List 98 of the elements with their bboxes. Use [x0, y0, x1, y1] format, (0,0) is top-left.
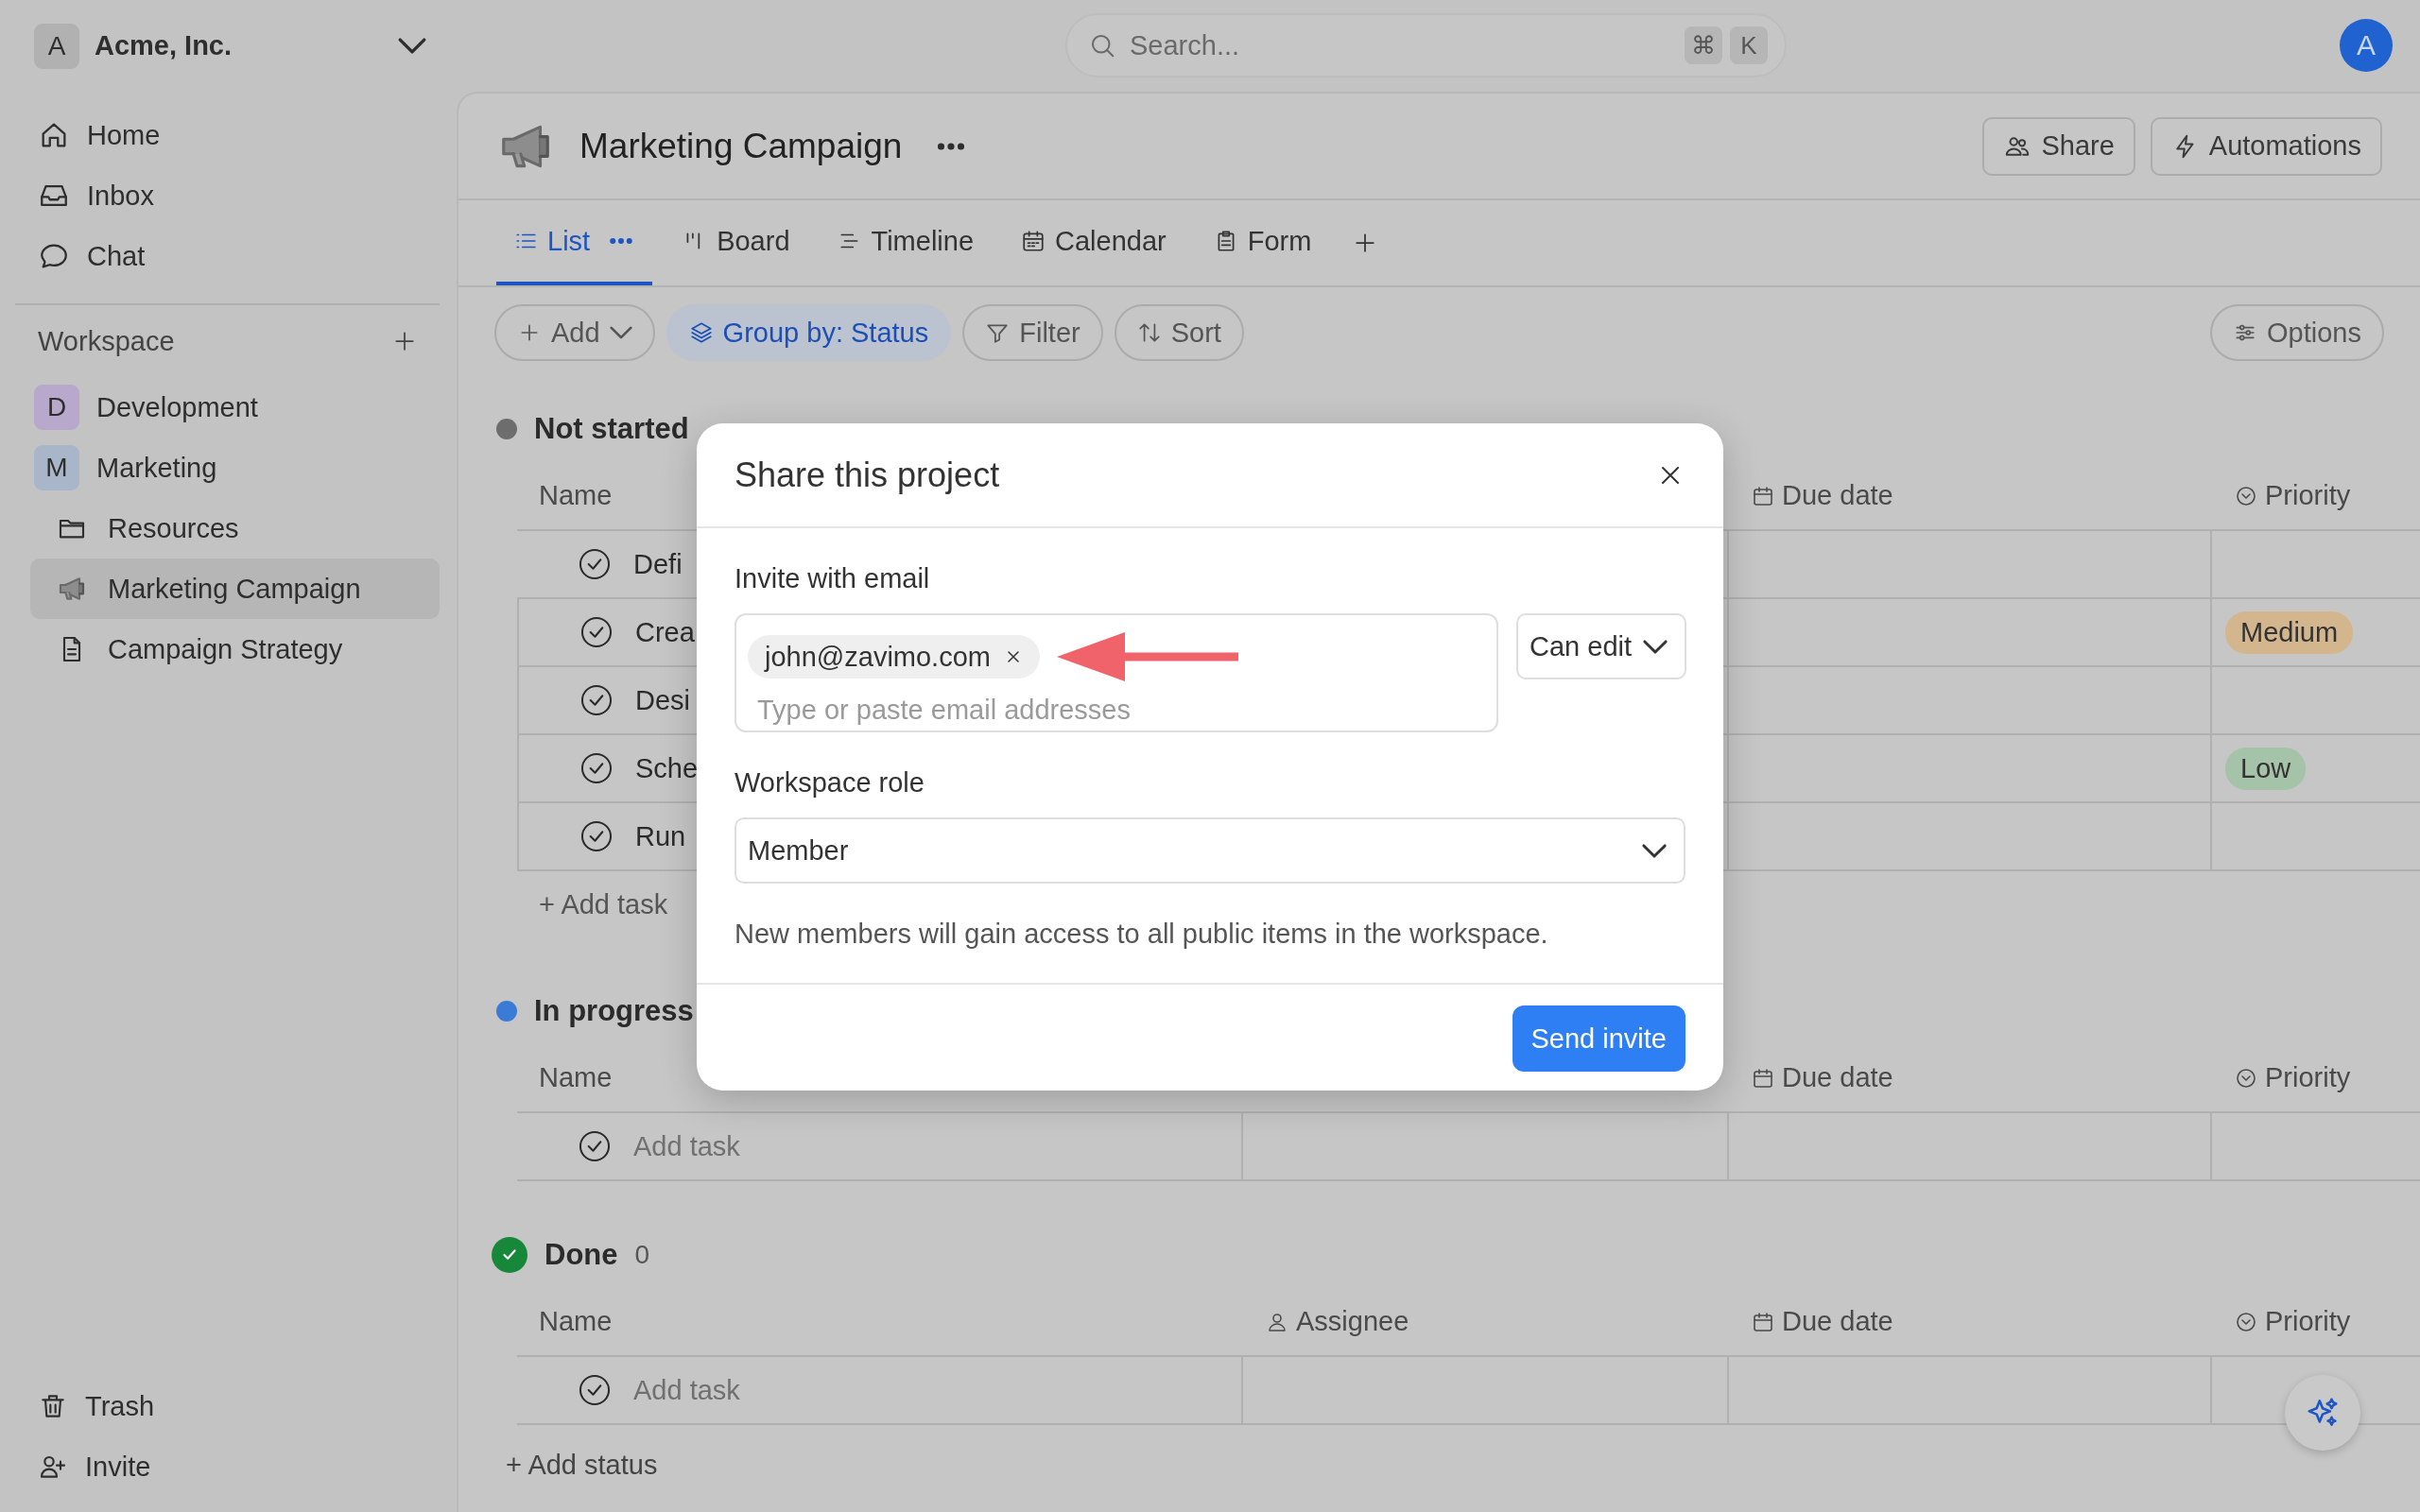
- search-placeholder: Search...: [1130, 29, 1241, 61]
- sidebar-item[interactable]: Marketing Campaign: [30, 558, 440, 619]
- add-status-link[interactable]: + Add status: [506, 1446, 2420, 1484]
- permission-dropdown[interactable]: Can edit: [1516, 613, 1686, 679]
- workspace-switcher[interactable]: A Acme, Inc.: [0, 0, 457, 92]
- group-button[interactable]: Group by: Status: [666, 304, 952, 361]
- nav-item[interactable]: Home: [30, 105, 440, 165]
- check-circle-icon[interactable]: [579, 750, 614, 786]
- calendar-icon: [1021, 229, 1046, 253]
- field-label: Workspace role: [735, 766, 925, 799]
- column-header[interactable]: Priority: [2265, 480, 2351, 511]
- nav-item[interactable]: Invite: [30, 1436, 440, 1497]
- task-name: Sche: [635, 752, 699, 784]
- shortcut-key: K: [1730, 26, 1768, 64]
- task-name: Crea: [635, 616, 695, 648]
- project-title: Marketing Campaign: [579, 126, 903, 166]
- send-invite-button[interactable]: Send invite: [1512, 1005, 1685, 1072]
- add-task-placeholder[interactable]: Add task: [633, 1130, 740, 1162]
- column-header[interactable]: Due date: [1782, 480, 1893, 511]
- calendar-icon: [1752, 1310, 1774, 1333]
- view-tab[interactable]: Board: [666, 200, 807, 285]
- view-tab[interactable]: Calendar: [1004, 200, 1184, 285]
- column-header[interactable]: Priority: [2265, 1062, 2351, 1093]
- column-header[interactable]: Name: [539, 1062, 613, 1093]
- nav-label: Chat: [87, 240, 146, 272]
- check-circle-icon[interactable]: [577, 546, 613, 582]
- column-header[interactable]: Priority: [2265, 1306, 2351, 1337]
- shortcut-key: ⌘: [1685, 26, 1722, 64]
- chevron-down-icon: [398, 38, 426, 54]
- check-circle-icon[interactable]: [577, 1372, 613, 1408]
- nav-label: Inbox: [87, 180, 154, 212]
- nav-label: Invite: [85, 1451, 151, 1483]
- help-text: New members will gain access to all public items in the workspace.: [735, 918, 1549, 950]
- calendar-icon: [1752, 484, 1774, 507]
- sidebar-item[interactable]: Campaign Strategy: [30, 619, 440, 679]
- task-name: Defi: [633, 548, 683, 580]
- nav-label: Trash: [85, 1390, 155, 1422]
- workspace-name: Acme, Inc.: [95, 30, 233, 61]
- role-dropdown[interactable]: Member: [735, 817, 1685, 884]
- user-avatar[interactable]: A: [2340, 19, 2393, 72]
- view-tab[interactable]: List: [496, 200, 653, 285]
- add-task-placeholder[interactable]: Add task: [633, 1374, 740, 1406]
- search-field[interactable]: Search... ⌘ K: [1065, 13, 1787, 77]
- options-button[interactable]: Options: [2210, 304, 2384, 361]
- team-avatar: M: [34, 445, 79, 490]
- check-circle-icon[interactable]: [579, 682, 614, 718]
- sidebar-label: Campaign Strategy: [108, 633, 343, 665]
- section-title: Workspace: [38, 325, 175, 357]
- workspace-avatar: A: [34, 23, 79, 69]
- sidebar-item[interactable]: Resources: [30, 498, 440, 558]
- email-tag[interactable]: john@zavimo.com: [748, 635, 1040, 679]
- share-button[interactable]: Share: [1982, 116, 2135, 176]
- check-circle-icon[interactable]: [577, 1128, 613, 1164]
- group-count: 0: [634, 1240, 650, 1270]
- sort-arrows-icon: [1136, 320, 1162, 345]
- team-item[interactable]: M Marketing: [0, 438, 457, 498]
- chevron-circle-icon: [2235, 1066, 2257, 1090]
- nav-item[interactable]: Trash: [30, 1376, 440, 1436]
- filter-button[interactable]: Filter: [962, 304, 1103, 361]
- check-circle-icon[interactable]: [579, 818, 614, 854]
- group-title: Done: [544, 1238, 618, 1272]
- field-label: Invite with email: [735, 562, 931, 594]
- email-field[interactable]: john@zavimo.com Type or paste email addresses: [735, 613, 1498, 732]
- sidebar-label: Resources: [108, 512, 239, 544]
- layers-icon: [688, 320, 714, 345]
- team-avatar: D: [34, 385, 79, 430]
- add-button[interactable]: Add: [494, 304, 655, 361]
- column-header[interactable]: Assignee: [1296, 1306, 1409, 1337]
- chevron-down-icon: [609, 326, 632, 339]
- nav-item[interactable]: Chat: [30, 226, 440, 286]
- nav-item[interactable]: Inbox: [30, 165, 440, 226]
- chevron-down-icon: [1643, 639, 1668, 654]
- automations-button[interactable]: Automations: [2150, 116, 2382, 176]
- chevron-circle-icon: [2235, 1310, 2257, 1333]
- view-tab[interactable]: Form: [1196, 200, 1329, 285]
- sort-button[interactable]: Sort: [1114, 304, 1244, 361]
- team-label: Marketing: [96, 452, 217, 484]
- task-name: Run: [635, 820, 686, 852]
- nav-label: Home: [87, 119, 161, 151]
- team-item[interactable]: D Development: [0, 377, 457, 438]
- column-header[interactable]: Due date: [1782, 1062, 1893, 1093]
- column-header[interactable]: Due date: [1782, 1306, 1893, 1337]
- check-circle-icon[interactable]: [579, 614, 614, 650]
- team-label: Development: [96, 391, 258, 423]
- column-header[interactable]: Name: [539, 480, 613, 511]
- task-name: Desi: [635, 684, 690, 716]
- view-tab[interactable]: Timeline: [820, 200, 992, 285]
- chevron-circle-icon: [2235, 484, 2257, 507]
- group-title: In progress: [534, 994, 694, 1028]
- calendar-icon: [1752, 1066, 1774, 1090]
- column-header[interactable]: Name: [539, 1306, 613, 1337]
- priority-tag: Medium: [2225, 610, 2354, 654]
- priority-tag: Low: [2225, 747, 2307, 790]
- chevron-down-icon: [1642, 843, 1667, 858]
- group-title: Not started: [534, 412, 689, 446]
- assistant-button[interactable]: [2285, 1375, 2360, 1451]
- sidebar-label: Marketing Campaign: [108, 573, 361, 605]
- dialog-title: Share this project: [735, 455, 1000, 495]
